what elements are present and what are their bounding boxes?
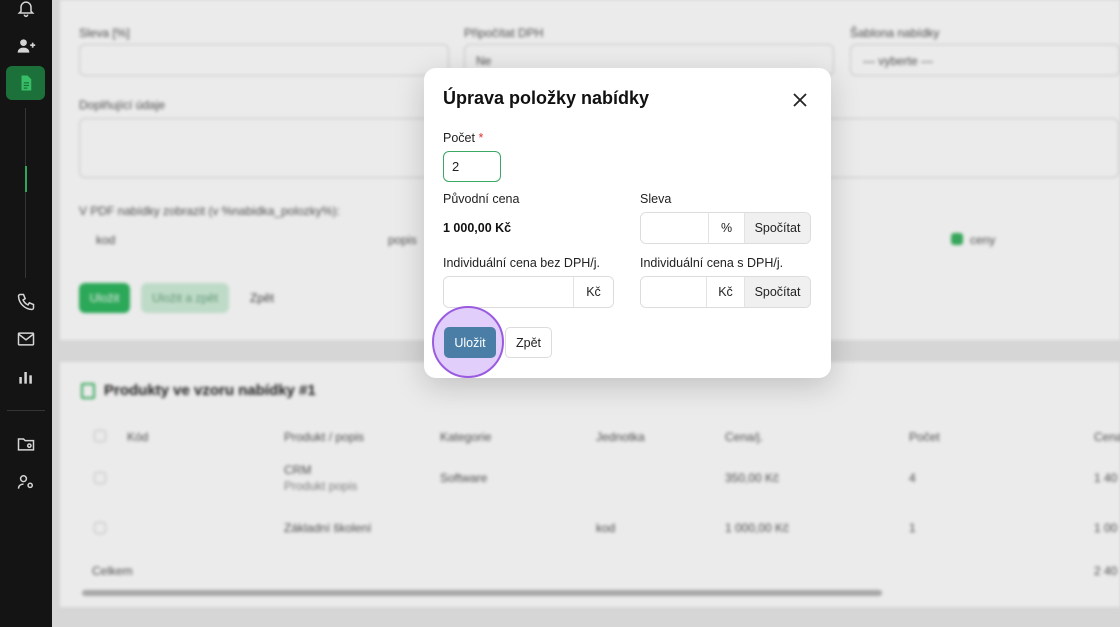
modal-title: Úprava položky nabídky — [443, 88, 650, 108]
discount-unit: % — [708, 213, 744, 243]
original-price-label: Původní cena — [443, 192, 520, 206]
price-with-vat-input[interactable] — [641, 277, 706, 307]
required-marker: * — [478, 131, 484, 145]
count-label-text: Počet — [443, 131, 475, 145]
discount-calc-button[interactable]: Spočítat — [744, 213, 810, 243]
close-button[interactable] — [790, 90, 810, 110]
price-with-vat-group: Kč Spočítat — [640, 276, 811, 308]
count-label: Počet * — [443, 131, 483, 145]
discount-group: % Spočítat — [640, 212, 811, 244]
save-button[interactable]: Uložit — [444, 327, 496, 358]
price-without-vat-group: Kč — [443, 276, 614, 308]
close-icon — [793, 93, 807, 107]
discount-input[interactable] — [641, 213, 708, 243]
count-input[interactable] — [443, 151, 501, 182]
price-with-vat-label: Individuální cena s DPH/j. — [640, 256, 784, 270]
original-price-value: 1 000,00 Kč — [443, 221, 512, 235]
discount-label: Sleva — [640, 192, 672, 206]
back-button[interactable]: Zpět — [505, 327, 552, 358]
currency-addon: Kč — [706, 277, 744, 307]
price-calc-button[interactable]: Spočítat — [744, 277, 810, 307]
price-without-vat-input[interactable] — [444, 277, 573, 307]
price-without-vat-label: Individuální cena bez DPH/j. — [443, 256, 601, 270]
currency-addon: Kč — [573, 277, 613, 307]
